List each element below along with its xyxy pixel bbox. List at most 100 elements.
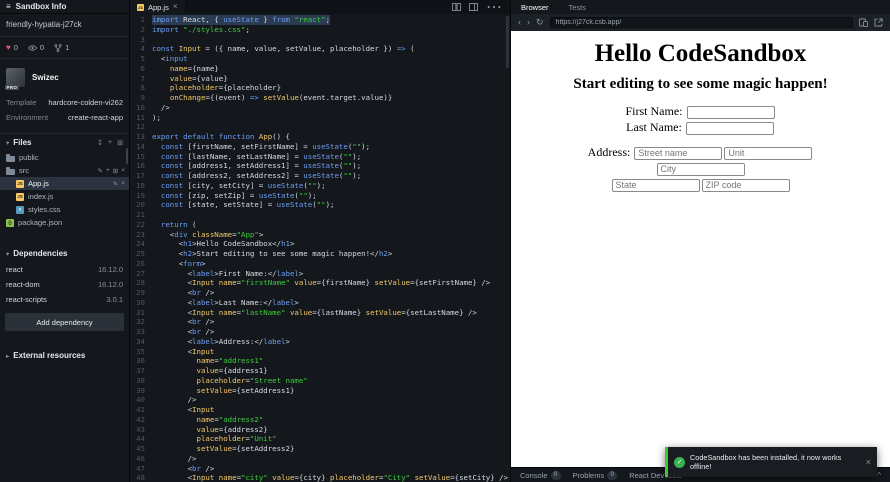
unit-input[interactable] bbox=[724, 147, 812, 160]
template-value[interactable]: hardcore-colden-vi262 bbox=[48, 98, 123, 107]
file-row-index-js[interactable]: JSindex.js bbox=[0, 190, 129, 203]
code-line[interactable]: 14 const [firstName, setFirstName] = use… bbox=[130, 142, 510, 152]
code-line[interactable]: 36 name="address1" bbox=[130, 356, 510, 366]
preview-layout-icon[interactable] bbox=[469, 3, 478, 11]
delete-icon[interactable]: × bbox=[121, 167, 125, 175]
code-line[interactable]: 21 bbox=[130, 210, 510, 220]
code-line[interactable]: 9 onChange={(event) => setValue(event.ta… bbox=[130, 93, 510, 103]
code-line[interactable]: 19 const [zip, setZip] = useState(""); bbox=[130, 191, 510, 201]
external-resources-section-header[interactable]: ▸ External resources bbox=[0, 347, 129, 364]
file-row-styles-css[interactable]: #styles.css bbox=[0, 203, 129, 216]
code-line[interactable]: 48 <Input name="city" value={city} place… bbox=[130, 473, 510, 482]
url-input[interactable] bbox=[550, 17, 853, 28]
author-name[interactable]: Swizec bbox=[32, 73, 59, 82]
refresh-icon[interactable]: ↻ bbox=[536, 18, 544, 27]
dependency-row[interactable]: react-scripts3.0.1 bbox=[0, 292, 129, 307]
dependency-row[interactable]: react-dom16.12.0 bbox=[0, 277, 129, 292]
code-line[interactable]: 1import React, { useState } from "react"… bbox=[130, 15, 510, 25]
code-line[interactable]: 46 /> bbox=[130, 454, 510, 464]
open-new-window-icon[interactable] bbox=[874, 18, 883, 27]
file-row-app-js[interactable]: JSApp.js✎× bbox=[0, 177, 129, 190]
close-tab-icon[interactable]: × bbox=[173, 3, 178, 11]
close-toast-icon[interactable]: × bbox=[866, 458, 871, 467]
code-line[interactable]: 4const Input = ({ name, value, setValue,… bbox=[130, 44, 510, 54]
expand-devtools-icon[interactable]: ^ bbox=[877, 471, 881, 480]
code-line[interactable]: 6 name={name} bbox=[130, 64, 510, 74]
code-line[interactable]: 16 const [address1, setAddress1] = useSt… bbox=[130, 161, 510, 171]
code-line[interactable]: 37 value={address1} bbox=[130, 366, 510, 376]
code-line[interactable]: 32 <br /> bbox=[130, 317, 510, 327]
file-row-package-json[interactable]: {}package.json bbox=[0, 216, 129, 229]
code-line[interactable]: 24 <h1>Hello CodeSandbox</h1> bbox=[130, 239, 510, 249]
files-section-header[interactable]: ▾ Files ↧ + ⊞ bbox=[0, 134, 129, 151]
code-line[interactable]: 33 <br /> bbox=[130, 327, 510, 337]
download-sandbox-icon[interactable]: ↧ bbox=[97, 139, 103, 147]
responsive-preview-icon[interactable] bbox=[859, 18, 868, 27]
menu-icon[interactable]: ≡ bbox=[6, 2, 11, 11]
code-line[interactable]: 30 <label>Last Name:</label> bbox=[130, 298, 510, 308]
street-input[interactable] bbox=[634, 147, 722, 160]
code-line[interactable]: 26 <form> bbox=[130, 259, 510, 269]
code-line[interactable]: 5 <input bbox=[130, 54, 510, 64]
tab-tests[interactable]: Tests bbox=[559, 0, 597, 14]
code-line[interactable]: 35 <Input bbox=[130, 347, 510, 357]
last-name-input[interactable] bbox=[686, 122, 774, 135]
delete-icon[interactable]: × bbox=[121, 180, 125, 188]
rename-icon[interactable]: ✎ bbox=[98, 167, 103, 175]
problems-tab[interactable]: Problems 0 bbox=[573, 471, 618, 480]
code-line[interactable]: 34 <label>Address:</label> bbox=[130, 337, 510, 347]
code-line[interactable]: 44 placeholder="Unit" bbox=[130, 434, 510, 444]
code-line[interactable]: 29 <br /> bbox=[130, 288, 510, 298]
first-name-input[interactable] bbox=[687, 106, 775, 119]
code-line[interactable]: 15 const [lastName, setLastName] = useSt… bbox=[130, 152, 510, 162]
city-input[interactable] bbox=[657, 163, 745, 176]
code-line[interactable]: 42 name="address2" bbox=[130, 415, 510, 425]
forward-icon[interactable]: › bbox=[527, 18, 530, 27]
code-line[interactable]: 22 return ( bbox=[130, 220, 510, 230]
code-line[interactable]: 8 placeholder={placeholder} bbox=[130, 83, 510, 93]
code-line[interactable]: 41 <Input bbox=[130, 405, 510, 415]
tab-app-js[interactable]: JS App.js × bbox=[130, 0, 186, 14]
new-file-icon[interactable]: + bbox=[106, 167, 110, 175]
code-line[interactable]: 27 <label>First Name:</label> bbox=[130, 269, 510, 279]
file-row-src[interactable]: src✎+⊞× bbox=[0, 164, 129, 177]
code-line[interactable]: 43 value={address2} bbox=[130, 425, 510, 435]
code-line[interactable]: 3 bbox=[130, 35, 510, 45]
code-line[interactable]: 18 const [city, setCity] = useState(""); bbox=[130, 181, 510, 191]
code-line[interactable]: 20 const [state, setState] = useState(""… bbox=[130, 200, 510, 210]
code-line[interactable]: 12 bbox=[130, 122, 510, 132]
code-line[interactable]: 28 <Input name="firstName" value={firstN… bbox=[130, 278, 510, 288]
console-tab[interactable]: Console 0 bbox=[520, 471, 561, 480]
file-row-public[interactable]: public bbox=[0, 151, 129, 164]
code-line[interactable]: 39 setValue={setAddress1} bbox=[130, 386, 510, 396]
code-line[interactable]: 7 value={value} bbox=[130, 74, 510, 84]
code-line[interactable]: 40 /> bbox=[130, 395, 510, 405]
code-line[interactable]: 31 <Input name="lastName" value={lastNam… bbox=[130, 308, 510, 318]
code-line[interactable]: 11); bbox=[130, 113, 510, 123]
dependency-row[interactable]: react16.12.0 bbox=[0, 262, 129, 277]
add-dependency-button[interactable]: Add dependency bbox=[5, 313, 124, 331]
heart-icon[interactable]: ♥ bbox=[6, 43, 11, 52]
tab-browser[interactable]: Browser bbox=[511, 0, 559, 14]
dependencies-section-header[interactable]: ▾ Dependencies bbox=[0, 245, 129, 262]
avatar[interactable]: PRO bbox=[6, 68, 25, 87]
rename-icon[interactable]: ✎ bbox=[113, 180, 118, 188]
split-editor-icon[interactable] bbox=[452, 3, 461, 11]
code-line[interactable]: 2import "./styles.css"; bbox=[130, 25, 510, 35]
code-line[interactable]: 13export default function App() { bbox=[130, 132, 510, 142]
new-file-icon[interactable]: + bbox=[108, 139, 112, 147]
code-line[interactable]: 10 /> bbox=[130, 103, 510, 113]
code-line[interactable]: 38 placeholder="Street name" bbox=[130, 376, 510, 386]
new-folder-icon[interactable]: ⊞ bbox=[113, 167, 118, 175]
back-icon[interactable]: ‹ bbox=[518, 18, 521, 27]
code-area[interactable]: 1import React, { useState } from "react"… bbox=[130, 14, 510, 482]
code-line[interactable]: 17 const [address2, setAddress2] = useSt… bbox=[130, 171, 510, 181]
forks-stat[interactable]: 1 bbox=[54, 43, 69, 52]
code-line[interactable]: 47 <br /> bbox=[130, 464, 510, 474]
code-line[interactable]: 25 <h2>Start editing to see some magic h… bbox=[130, 249, 510, 259]
zip-input[interactable] bbox=[702, 179, 790, 192]
likes-stat[interactable]: ♥ 0 bbox=[6, 43, 18, 52]
state-input[interactable] bbox=[612, 179, 700, 192]
code-line[interactable]: 45 setValue={setAddress2} bbox=[130, 444, 510, 454]
new-folder-icon[interactable]: ⊞ bbox=[117, 139, 123, 147]
